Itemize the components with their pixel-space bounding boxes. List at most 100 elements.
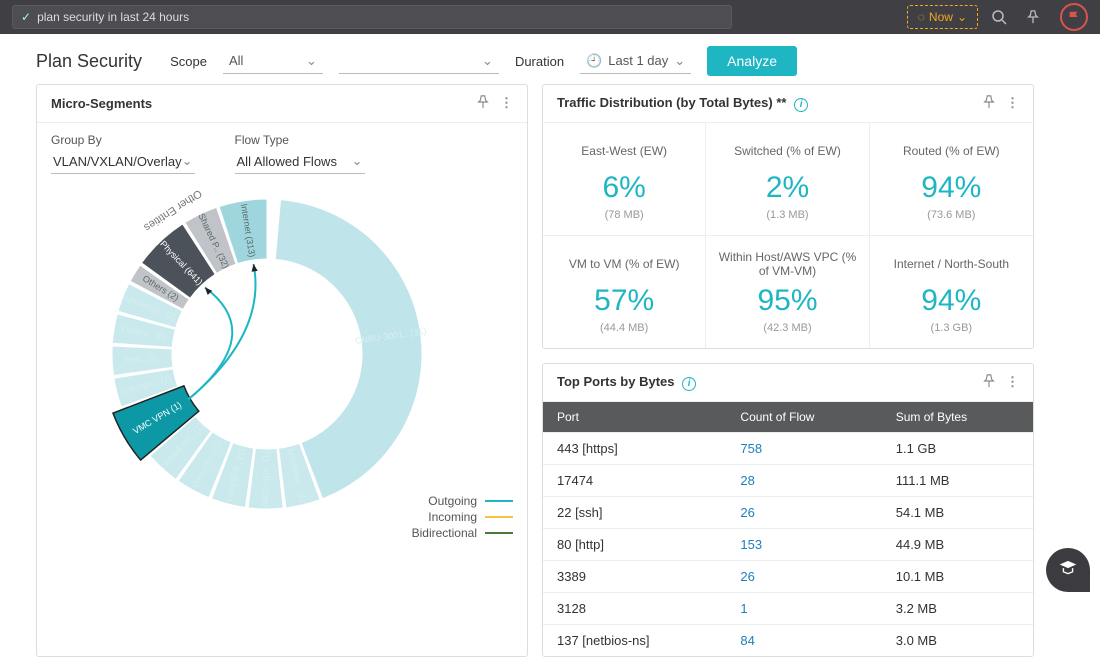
bytes-cell: 111.1 MB: [882, 465, 1033, 497]
count-cell[interactable]: 84: [726, 625, 881, 657]
bytes-cell: 3.0 MB: [882, 625, 1033, 657]
legend-outgoing: Outgoing: [428, 494, 477, 508]
scope-secondary-select[interactable]: ⌄: [339, 49, 499, 74]
table-header[interactable]: Count of Flow: [726, 402, 881, 433]
chevron-down-icon: ⌄: [674, 53, 685, 69]
chord-legend: Outgoing Incoming Bidirectional: [412, 494, 513, 542]
search-icon[interactable]: [986, 4, 1012, 30]
card-title: Traffic Distribution (by Total Bytes) **…: [557, 95, 982, 112]
ports-table: PortCount of FlowSum of Bytes 443 [https…: [543, 402, 1033, 656]
count-cell[interactable]: 28: [726, 465, 881, 497]
pin-icon[interactable]: [982, 374, 996, 391]
chevron-down-icon: ⌄: [182, 153, 193, 169]
card-header: Top Ports by Bytes i ⋮: [543, 364, 1033, 402]
table-row[interactable]: 312813.2 MB: [543, 593, 1033, 625]
pin-icon[interactable]: [476, 95, 490, 112]
metric-sub: (1.3 MB): [716, 209, 858, 221]
analyze-button[interactable]: Analyze: [707, 46, 797, 76]
bytes-cell: 54.1 MB: [882, 497, 1033, 529]
count-cell[interactable]: 758: [726, 433, 881, 465]
micro-segments-card: Micro-Segments ⋮ Group By VLAN/VXLAN/Ove…: [36, 84, 528, 657]
metric-sub: (1.3 GB): [880, 322, 1023, 334]
help-fab[interactable]: [1046, 548, 1090, 592]
metric-cell[interactable]: Internet / North-South94%(1.3 GB): [870, 236, 1033, 348]
bytes-cell: 1.1 GB: [882, 433, 1033, 465]
port-cell: 22 [ssh]: [543, 497, 726, 529]
metric-label: Switched (% of EW): [716, 137, 858, 165]
group-by-value: VLAN/VXLAN/Overlay: [53, 154, 182, 169]
metric-label: East-West (EW): [553, 137, 695, 165]
topbar: ✓ plan security in last 24 hours ◌ Now ⌄: [0, 0, 1100, 34]
table-row[interactable]: 443 [https]7581.1 GB: [543, 433, 1033, 465]
metric-sub: (44.4 MB): [553, 322, 695, 334]
time-now-button[interactable]: ◌ Now ⌄: [907, 5, 978, 29]
pin-icon[interactable]: [1020, 4, 1046, 30]
metric-label: Routed (% of EW): [880, 137, 1023, 165]
bytes-cell: 10.1 MB: [882, 561, 1033, 593]
table-header[interactable]: Sum of Bytes: [882, 402, 1033, 433]
bytes-cell: 44.9 MB: [882, 529, 1033, 561]
content: Micro-Segments ⋮ Group By VLAN/VXLAN/Ove…: [0, 84, 1100, 671]
metric-cell[interactable]: Switched (% of EW) 2% (1.3 MB): [706, 123, 869, 236]
pin-icon[interactable]: [982, 95, 996, 112]
page-title: Plan Security: [36, 51, 142, 72]
search-input[interactable]: ✓ plan security in last 24 hours: [12, 5, 732, 29]
metric-sub: (73.6 MB): [880, 209, 1023, 221]
count-cell[interactable]: 26: [726, 497, 881, 529]
flow-type-label: Flow Type: [235, 133, 365, 147]
count-cell[interactable]: 153: [726, 529, 881, 561]
port-cell: 137 [netbios-ns]: [543, 625, 726, 657]
table-header[interactable]: Port: [543, 402, 726, 433]
segment-controls: Group By VLAN/VXLAN/Overlay ⌄ Flow Type …: [37, 123, 527, 174]
metric-label: VM to VM (% of EW): [553, 250, 695, 278]
legend-incoming: Incoming: [428, 510, 477, 524]
line-icon: [485, 516, 513, 518]
bytes-cell: 3.2 MB: [882, 593, 1033, 625]
info-icon[interactable]: i: [794, 98, 808, 112]
more-icon[interactable]: ⋮: [1006, 374, 1019, 391]
table-row[interactable]: 137 [netbios-ns]843.0 MB: [543, 625, 1033, 657]
scope-value: All: [229, 53, 243, 68]
more-icon[interactable]: ⋮: [500, 95, 513, 112]
metric-value: 6%: [553, 171, 695, 205]
ports-title-text: Top Ports by Bytes: [557, 374, 675, 389]
spinner-icon: ◌: [918, 10, 925, 24]
metric-value: 94%: [880, 171, 1023, 205]
flow-type-select[interactable]: All Allowed Flows ⌄: [235, 149, 365, 174]
info-icon[interactable]: i: [682, 377, 696, 391]
traffic-title-text: Traffic Distribution (by Total Bytes) **: [557, 95, 786, 110]
card-header: Traffic Distribution (by Total Bytes) **…: [543, 85, 1033, 123]
arrow-icon: [205, 287, 212, 295]
chord-arc-label: sddc-cgw.. (1): [260, 451, 270, 507]
table-row[interactable]: 22 [ssh]2654.1 MB: [543, 497, 1033, 529]
metric-cell[interactable]: Within Host/AWS VPC (% of VM-VM)95%(42.3…: [706, 236, 869, 348]
port-cell: 3128: [543, 593, 726, 625]
metric-cell[interactable]: VM to VM (% of EW) 57% (44.4 MB): [543, 236, 706, 348]
card-title: Top Ports by Bytes i: [557, 374, 982, 391]
scope-select[interactable]: All ⌄: [223, 49, 323, 74]
metric-cell[interactable]: Routed (% of EW) 94% (73.6 MB): [870, 123, 1033, 236]
alert-flag-icon[interactable]: [1060, 3, 1088, 31]
chord-chart[interactable]: CNBU-3001.. (31)Universa.. (2)sddc-cgw..…: [37, 174, 527, 544]
count-cell[interactable]: 1: [726, 593, 881, 625]
chord-arc-label: test.. (2): [125, 353, 158, 364]
table-row[interactable]: 80 [http]15344.9 MB: [543, 529, 1033, 561]
metric-label: Internet / North-South: [880, 250, 1023, 278]
chevron-down-icon: ⌄: [482, 53, 493, 69]
table-row[interactable]: 33892610.1 MB: [543, 561, 1033, 593]
duration-select[interactable]: 🕘 Last 1 day ⌄: [580, 49, 691, 74]
chord-ribbon: [188, 287, 232, 399]
group-by-select[interactable]: VLAN/VXLAN/Overlay ⌄: [51, 149, 195, 174]
more-icon[interactable]: ⋮: [1006, 95, 1019, 112]
metric-value: 2%: [716, 171, 858, 205]
metric-value: 57%: [553, 284, 695, 318]
metric-sub: (42.3 MB): [716, 322, 858, 334]
traffic-distribution-card: Traffic Distribution (by Total Bytes) **…: [542, 84, 1034, 349]
metric-cell[interactable]: East-West (EW)6%(78 MB): [543, 123, 706, 236]
table-row[interactable]: 1747428111.1 MB: [543, 465, 1033, 497]
duration-label: Duration: [515, 54, 564, 69]
group-by-label: Group By: [51, 133, 195, 147]
count-cell[interactable]: 26: [726, 561, 881, 593]
port-cell: 80 [http]: [543, 529, 726, 561]
chevron-down-icon: ⌄: [957, 10, 967, 24]
